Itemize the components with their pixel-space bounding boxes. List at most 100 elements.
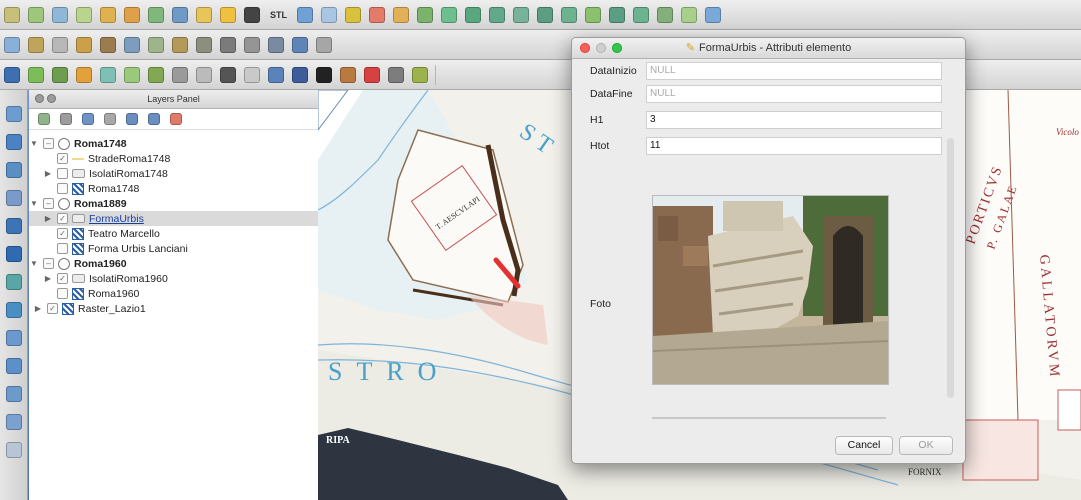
maximize-button[interactable]: [612, 43, 622, 53]
layer-item-teatro-marcello[interactable]: ✓ Teatro Marcello: [29, 226, 318, 241]
layer-item-roma1748[interactable]: Roma1748: [29, 181, 318, 196]
node-edit-icon[interactable]: [76, 66, 92, 83]
remove-layer-icon[interactable]: [170, 113, 182, 125]
add-group-icon[interactable]: [38, 113, 50, 125]
filter-icon[interactable]: [82, 113, 94, 125]
help-icon[interactable]: [4, 66, 20, 83]
new-project-icon[interactable]: [4, 6, 20, 23]
layer-checkbox[interactable]: [57, 183, 68, 194]
select-icon[interactable]: [561, 6, 577, 23]
pan-icon[interactable]: [297, 6, 313, 23]
filter-expression-icon[interactable]: [104, 113, 116, 125]
zoom-layer-icon[interactable]: [465, 6, 481, 23]
digitize-icon[interactable]: [4, 36, 20, 53]
curve-icon[interactable]: [172, 66, 188, 83]
stl-icon[interactable]: STL: [268, 7, 289, 23]
expand-arrow-icon[interactable]: ▼: [29, 259, 39, 268]
group-checkbox[interactable]: –: [43, 258, 54, 269]
label-icon[interactable]: [681, 6, 697, 23]
pencil-icon[interactable]: [220, 6, 236, 23]
cancel-button[interactable]: Cancel: [835, 436, 893, 455]
layer-item-straderoma1748[interactable]: ✓ StradeRoma1748: [29, 151, 318, 166]
tips-icon[interactable]: [633, 6, 649, 23]
add-ring-icon[interactable]: [148, 66, 164, 83]
expand-arrow-icon[interactable]: ▼: [29, 199, 39, 208]
bookmark-icon[interactable]: [657, 6, 673, 23]
add-oracle-icon[interactable]: [5, 246, 22, 262]
text-icon[interactable]: [316, 36, 332, 53]
rectangle-icon[interactable]: [220, 66, 236, 83]
stats-icon[interactable]: [196, 36, 212, 53]
htot-input[interactable]: 11: [646, 137, 942, 155]
layer-properties-icon[interactable]: [268, 36, 284, 53]
add-wcs-icon[interactable]: [5, 302, 22, 318]
zoom-next-icon[interactable]: [513, 6, 529, 23]
add-postgis-icon[interactable]: [5, 162, 22, 178]
mag-icon[interactable]: [244, 36, 260, 53]
node-tool-icon[interactable]: [100, 36, 116, 53]
layer-checkbox[interactable]: [57, 243, 68, 254]
info-icon[interactable]: [292, 36, 308, 53]
stamp-icon[interactable]: [292, 66, 308, 83]
save-as-icon[interactable]: [76, 6, 92, 23]
layer-group-roma1748[interactable]: ▼ – Roma1748: [29, 136, 318, 151]
layer-checkbox[interactable]: ✓: [57, 273, 68, 284]
new-shapefile-icon[interactable]: [5, 386, 22, 402]
add-wms-icon[interactable]: [5, 274, 22, 290]
circle-icon[interactable]: [196, 66, 212, 83]
add-wfs-icon[interactable]: [5, 330, 22, 346]
add-feature-icon[interactable]: [28, 66, 44, 83]
ok-button[interactable]: OK: [899, 436, 953, 455]
reload-icon[interactable]: [705, 6, 721, 23]
layer-group-roma1960[interactable]: ▼ – Roma1960: [29, 256, 318, 271]
save-project-icon[interactable]: [52, 6, 68, 23]
measure-icon[interactable]: [585, 6, 601, 23]
zoom-in-icon[interactable]: [345, 6, 361, 23]
vertex-icon[interactable]: [28, 36, 44, 53]
collapsed-arrow-icon[interactable]: ▶: [43, 274, 53, 283]
h1-input[interactable]: 3: [646, 111, 942, 129]
layer-item-roma1960[interactable]: Roma1960: [29, 286, 318, 301]
layer-item-isolatiroma1748[interactable]: ▶ IsolatiRoma1748: [29, 166, 318, 181]
grid-icon[interactable]: [196, 6, 212, 23]
collapse-all-icon[interactable]: [148, 113, 160, 125]
layer-checkbox[interactable]: [57, 288, 68, 299]
add-mssql-icon[interactable]: [5, 218, 22, 234]
polygon-icon[interactable]: [244, 66, 260, 83]
attribute-icon[interactable]: [172, 36, 188, 53]
redo-icon[interactable]: [417, 6, 433, 23]
layer-item-raster-lazio1[interactable]: ▶ ✓ Raster_Lazio1: [29, 301, 318, 316]
dialog-scrollbar[interactable]: [947, 138, 954, 398]
undo-icon[interactable]: [393, 6, 409, 23]
group-checkbox[interactable]: –: [43, 138, 54, 149]
open-project-icon[interactable]: [28, 6, 44, 23]
db-manager-icon[interactable]: [244, 6, 260, 23]
composer-manager-icon[interactable]: [124, 6, 140, 23]
reshape-icon[interactable]: [268, 66, 284, 83]
photo-path-field[interactable]: [652, 417, 886, 419]
layer-item-formaurbis[interactable]: ▶ ✓ FormaUrbis: [29, 211, 318, 226]
add-delimited-text-icon[interactable]: [5, 358, 22, 374]
add-spatialite-icon[interactable]: [5, 190, 22, 206]
refresh-icon[interactable]: [369, 6, 385, 23]
collapsed-arrow-icon[interactable]: ▶: [33, 304, 43, 313]
layer-checkbox[interactable]: ✓: [47, 303, 58, 314]
save-edits-icon[interactable]: [52, 36, 68, 53]
layer-item-isolatiroma1960[interactable]: ▶ ✓ IsolatiRoma1960: [29, 271, 318, 286]
minimize-button[interactable]: [596, 43, 606, 53]
split-icon[interactable]: [388, 66, 404, 83]
collapsed-arrow-icon[interactable]: ▶: [43, 169, 53, 178]
pan-to-selection-icon[interactable]: [321, 6, 337, 23]
layer-checkbox[interactable]: [57, 168, 68, 179]
add-raster-layer-icon[interactable]: [5, 134, 22, 150]
move-feature-icon[interactable]: [52, 66, 68, 83]
layer-checkbox[interactable]: ✓: [57, 153, 68, 164]
add-vector-layer-icon[interactable]: [5, 106, 22, 122]
expand-all-icon[interactable]: [126, 113, 138, 125]
offset-icon[interactable]: [412, 66, 428, 83]
manage-visibility-icon[interactable]: [60, 113, 72, 125]
panel-close-icon[interactable]: [35, 94, 44, 103]
layer-item-forma-urbis-lanciani[interactable]: Forma Urbis Lanciani: [29, 241, 318, 256]
collapsed-arrow-icon[interactable]: ▶: [43, 214, 53, 223]
rotate-icon[interactable]: [100, 66, 116, 83]
